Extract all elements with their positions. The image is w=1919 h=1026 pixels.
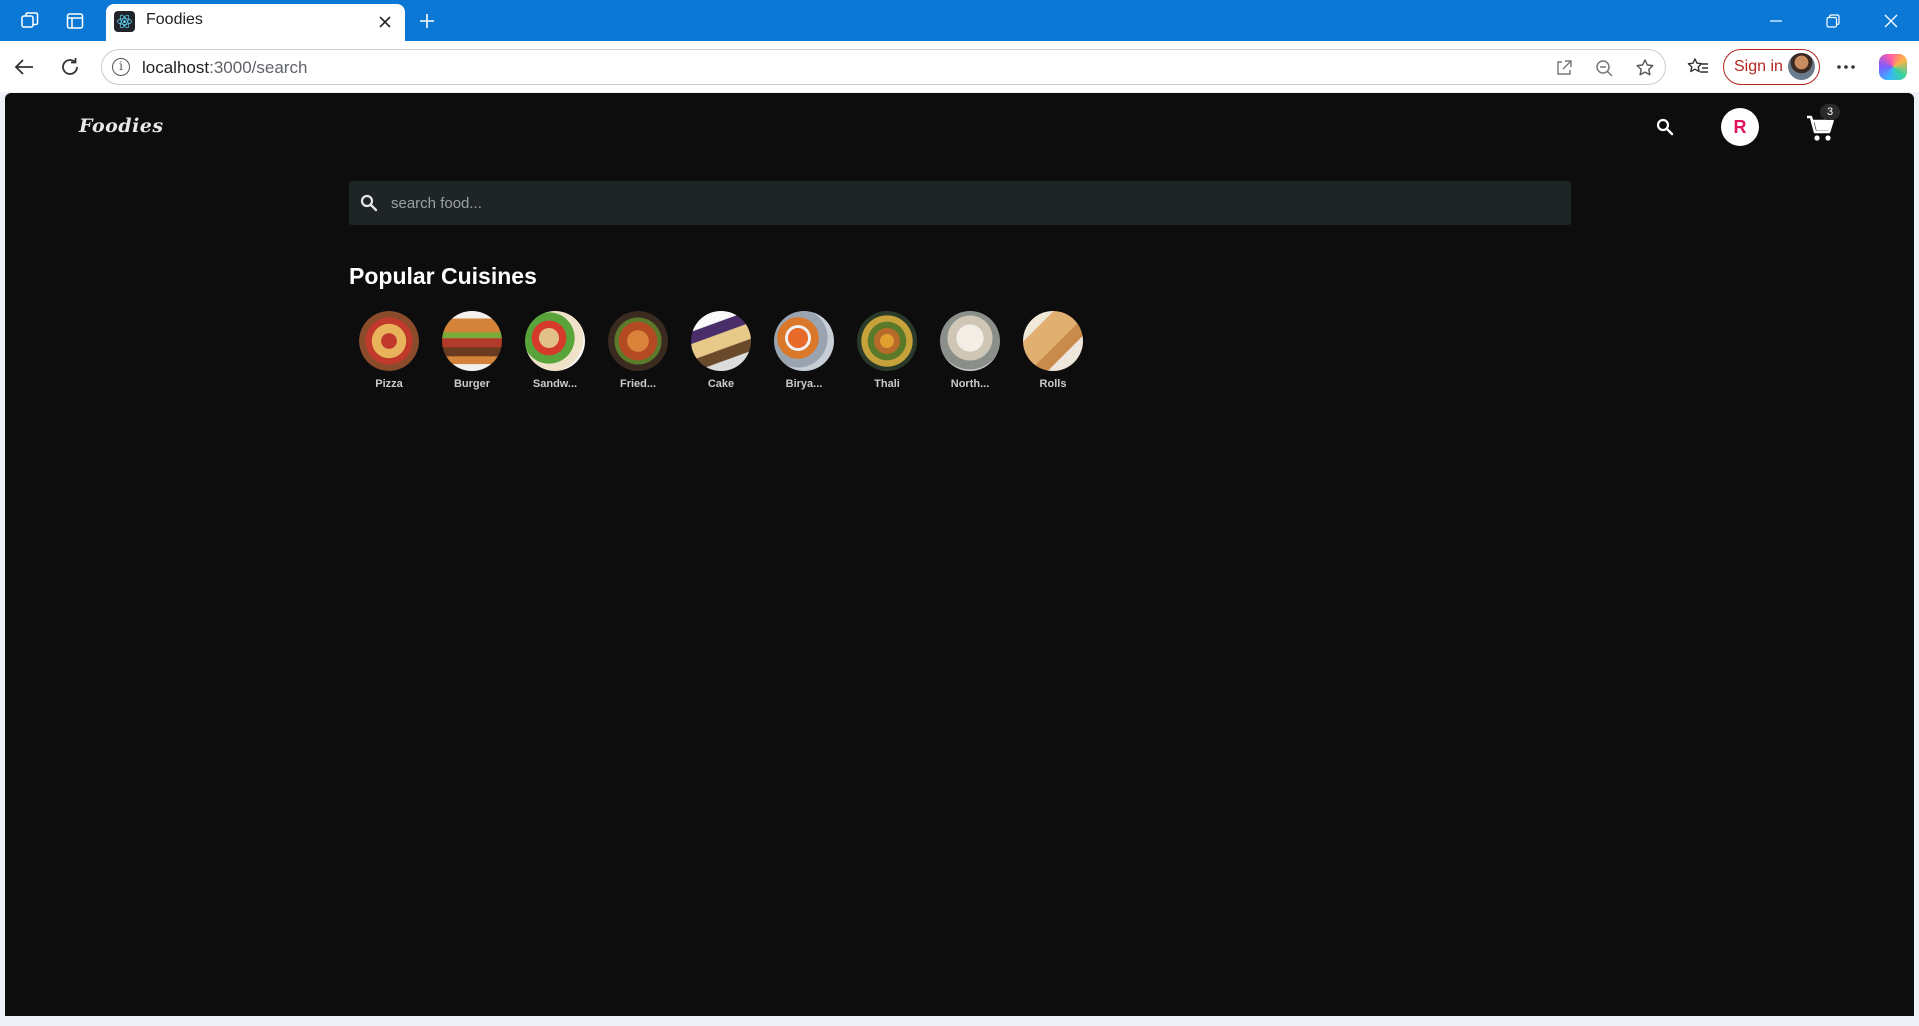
browser-toolbar: i localhost:3000/search Sign in (0, 41, 1919, 92)
cuisine-item-cake[interactable]: Cake (691, 311, 751, 390)
vertical-tabs-icon[interactable] (62, 8, 88, 34)
cuisine-item-pizza[interactable]: Pizza (359, 311, 419, 390)
site-info-icon[interactable]: i (112, 58, 130, 76)
cuisine-label: North... (950, 378, 990, 390)
cuisine-label: Burger (453, 378, 491, 390)
burger-image (442, 311, 502, 371)
cuisine-label: Rolls (1039, 378, 1067, 390)
profile-initial: R (1733, 116, 1747, 137)
zoom-out-icon[interactable] (1592, 56, 1616, 80)
pizza-image (359, 311, 419, 371)
cuisine-item-north-indian[interactable]: North... (940, 311, 1000, 390)
copilot-icon[interactable] (1879, 54, 1907, 80)
url-text[interactable]: localhost:3000/search (142, 58, 307, 78)
cuisine-item-fried[interactable]: Fried... (608, 311, 668, 390)
search-input[interactable] (391, 181, 1551, 225)
avatar (1788, 53, 1815, 80)
cuisine-item-biryani[interactable]: Birya... (774, 311, 834, 390)
cuisine-label: Cake (707, 378, 735, 390)
tab-title: Foodies (146, 11, 203, 28)
more-menu-icon[interactable] (1832, 53, 1860, 81)
url-path: :3000/search (209, 58, 308, 77)
cake-image (691, 311, 751, 371)
close-tab-icon[interactable] (375, 12, 395, 32)
address-bar[interactable]: i localhost:3000/search (101, 49, 1666, 85)
cuisine-item-sandwich[interactable]: Sandw... (525, 311, 585, 390)
url-host: localhost (142, 58, 210, 77)
cuisine-list: Pizza Burger Sandw... Fried... Cake Biry… (359, 311, 1083, 390)
cuisine-label: Birya... (785, 378, 823, 390)
refresh-icon[interactable] (56, 53, 84, 81)
search-bar[interactable] (349, 181, 1571, 225)
sign-in-label: Sign in (1734, 58, 1783, 75)
new-tab-icon[interactable] (414, 8, 440, 34)
open-in-app-icon[interactable] (1552, 56, 1576, 80)
tab-foodies[interactable]: Foodies (106, 4, 405, 42)
react-favicon-icon (114, 11, 135, 32)
minimize-icon[interactable] (1756, 8, 1796, 34)
cuisine-label: Sandw... (532, 378, 578, 390)
cuisine-label: Pizza (375, 378, 403, 390)
search-input-icon (357, 191, 381, 215)
cuisine-item-burger[interactable]: Burger (442, 311, 502, 390)
sign-in-button[interactable]: Sign in (1723, 49, 1820, 85)
cart-count-badge: 3 (1820, 104, 1840, 120)
workspaces-icon[interactable] (17, 8, 43, 34)
cuisine-label: Thali (874, 378, 900, 390)
rolls-image (1023, 311, 1083, 371)
restore-icon[interactable] (1813, 8, 1853, 34)
section-title: Popular Cuisines (349, 263, 537, 289)
back-arrow-icon[interactable] (10, 53, 38, 81)
thali-image (857, 311, 917, 371)
profile-avatar[interactable]: R (1721, 108, 1759, 146)
brand-logo[interactable]: Foodies (79, 115, 164, 137)
cuisine-item-thali[interactable]: Thali (857, 311, 917, 390)
fried-image (608, 311, 668, 371)
favorites-icon[interactable] (1684, 53, 1712, 81)
cuisine-item-rolls[interactable]: Rolls (1023, 311, 1083, 390)
search-icon[interactable] (1653, 115, 1677, 139)
north-indian-image (940, 311, 1000, 371)
biryani-image (774, 311, 834, 371)
browser-titlebar: Foodies (0, 0, 1919, 42)
favorite-star-icon[interactable] (1633, 56, 1657, 80)
app-viewport: Foodies R 3 Popular Cuisines Pizza Burge… (5, 93, 1914, 1016)
cuisine-label: Fried... (619, 378, 657, 390)
close-window-icon[interactable] (1871, 8, 1911, 34)
sandwich-image (525, 311, 585, 371)
